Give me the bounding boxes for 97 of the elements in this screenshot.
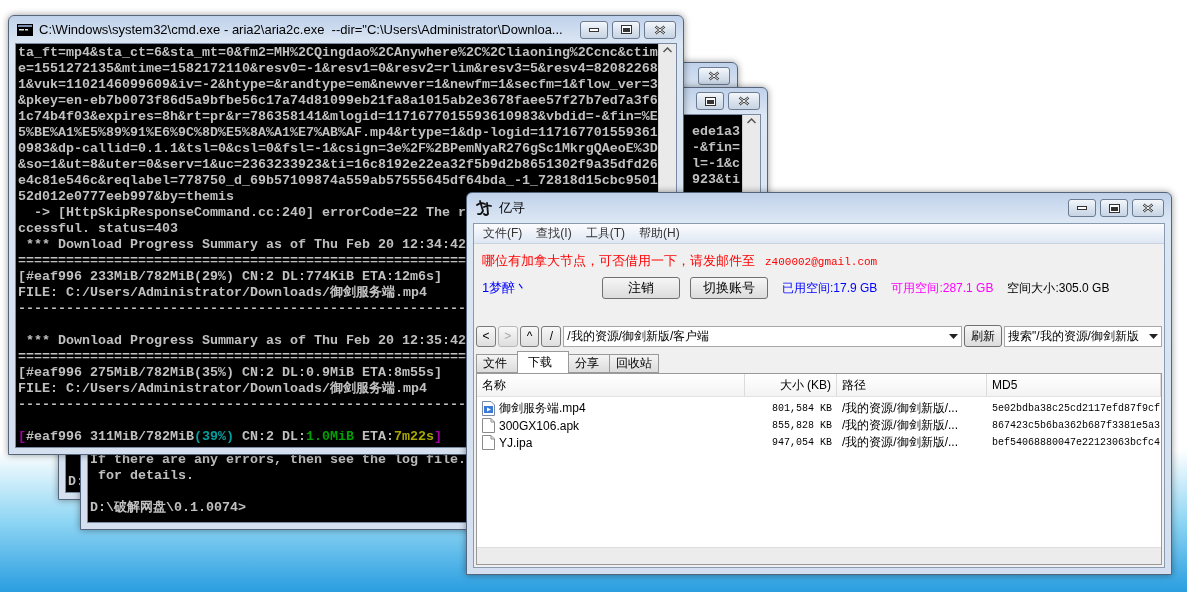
console-line: ======================================================== (18, 349, 466, 365)
logout-button[interactable]: 注销 (602, 277, 680, 299)
close-icon (1142, 203, 1154, 213)
close-button[interactable] (698, 67, 730, 85)
storage-info: 可用空间:287.1 GB (891, 279, 994, 297)
console-line: FILE: C:/Users/Administrator/Downloads/御剑服务端.mp4 (18, 285, 427, 301)
minimize-icon (1077, 206, 1087, 210)
app-logo-icon (475, 199, 493, 217)
console-line: [#eaf996 311MiB/782MiB(39%) CN:2 DL:1.0MiB ETA:7m22s] (18, 429, 442, 445)
minimize-button[interactable] (1068, 199, 1096, 217)
maximize-button[interactable] (696, 92, 724, 110)
close-button[interactable] (1132, 199, 1164, 217)
console-line: 0983&dp-callid=0.1.1&tsl=0&csl=0&fsl=-1&csign=3e%2F%2BPemNyaR276gSc1MkrgQAeoE%3D (18, 141, 658, 157)
maximize-button[interactable] (1100, 199, 1128, 217)
console-line: -> [HttpSkipResponseCommand.cc:240] errorCode=22 The r (33, 205, 466, 221)
close-icon (654, 24, 666, 35)
console-line: FILE: C:/Users/Administrator/Downloads/御剑服务端.mp4 (18, 381, 427, 397)
console-line: 1c74b4f03&expires=8h&rt=pr&r=786358141&mlogid=1171677015593610983&vbdid=-&fin=%E (18, 109, 658, 125)
path-dropdown[interactable]: /我的资源/御剑新版/客户端 (563, 325, 963, 347)
menu-item[interactable]: 文件(F) (478, 224, 528, 243)
table-cell-text: bef54068880047e22123063bcfc4 (991, 436, 1162, 450)
table-cell-text: 5e02bdba38c25cd2117efd87f9cf (991, 402, 1162, 416)
console-line: e4c81e546c&reqlabel=778750_d_69b57109874a559ab57555645df64bda_-1_72818d15cbc9501 (18, 173, 658, 189)
console-line: -------------------------------------------------------- (18, 397, 466, 413)
notice-text: 哪位有加拿大节点，可否借用一下，请发邮件至 (482, 252, 755, 270)
console-line: ede1a3 (692, 124, 740, 140)
tab[interactable]: 分享 (568, 354, 610, 373)
menu-item[interactable]: 查找(I) (531, 224, 577, 243)
dropdown-arrow-icon (949, 333, 959, 339)
maximize-icon (620, 25, 632, 34)
storage-info: 已用空间:17.9 GB (782, 279, 878, 297)
console-line: [#eaf996 275MiB/782MiB(35%) CN:2 DL:0.9MiB ETA:8m55s] (18, 365, 442, 381)
maximize-icon (704, 96, 716, 106)
file-name: 300GX106.apk (499, 418, 580, 433)
table-cell-text: /我的资源/御剑新版/... (841, 400, 959, 417)
console-line: 1&vuk=1102146099609&iv=-2&htype=&randtype=em&newver=1&newfm=1&secfm=1&flow_ver=3 (18, 77, 658, 93)
maximize-button[interactable] (612, 20, 640, 39)
up-button[interactable]: ^ (519, 325, 540, 347)
close-button[interactable] (728, 92, 760, 110)
email-text: z400002@gmail.com (765, 256, 878, 268)
document-icon (482, 418, 495, 433)
console-line: *** Download Progress Summary as of Thu Feb 20 12:34:42 (25, 237, 466, 253)
console-line: -&fin= (692, 140, 740, 156)
storage-info: 空间大小:305.0 GB (1007, 279, 1110, 297)
table-cell-text: 947,054 KB (771, 436, 833, 450)
console-line: D:\破解网盘\0.1.0074> (90, 500, 246, 516)
scroll-up-icon (663, 47, 672, 53)
console-line: l=-1&c (692, 156, 740, 172)
window-title: C:\Windows\system32\cmd.exe - aria2\aria2c.exe --dir="C:\Users\Administrator\Downloa... (39, 22, 564, 37)
window-title: 亿寻 (499, 199, 526, 217)
close-icon (708, 71, 720, 81)
switch-account-button[interactable]: 切换账号 (690, 277, 768, 299)
column-header[interactable]: MD5 (987, 374, 1161, 397)
scroll-up-icon (747, 118, 756, 124)
refresh-button[interactable]: 刷新 (964, 325, 1002, 347)
search-dropdown[interactable]: 搜索"/我的资源/御剑新版 (1004, 325, 1162, 347)
console-line: &pkey=en-eb7b0073f86d5a9bfbe56c17a74d81099eb21fa8a1015ab2e3678faee57f27b7ed7a3f6 (18, 93, 658, 109)
menu-item[interactable]: 工具(T) (580, 224, 630, 243)
console-line: for details. (97, 468, 194, 484)
console-line: [#eaf996 233MiB/782MiB(29%) CN:2 DL:774KiB ETA:12m6s] (18, 269, 442, 285)
close-icon (738, 96, 750, 106)
column-header[interactable]: 路径 (837, 374, 987, 397)
column-header[interactable]: 名称 (477, 374, 745, 397)
document-icon (482, 435, 495, 450)
table-cell-text: 855,828 KB (771, 419, 833, 433)
file-name: YJ.ipa (499, 435, 533, 450)
console-line: -------------------------------------------------------- (18, 301, 466, 317)
dropdown-arrow-icon (1149, 333, 1158, 339)
console-line: 5%BE%A1%E5%89%91%E6%9C%8D%E5%8A%A1%E7%AB%AF.mp4&rtype=1&dp-logid=117167701559361 (18, 125, 658, 141)
console-line: e=1551272135&mtime=1582172110&resv0=-1&resv1=0&resv2=rlim&resv3=5&resv4=82082268 (18, 61, 658, 77)
tab[interactable]: 文件 (476, 354, 518, 373)
console-line: 923&ti (692, 172, 740, 188)
table-cell-text: 867423c5b6ba362b687f3381e5a3 (991, 419, 1162, 433)
file-name: 御剑服务端.mp4 (499, 400, 586, 417)
console-icon (17, 23, 33, 36)
table-cell-text: 801,584 KB (771, 402, 833, 416)
maximize-icon (1108, 203, 1120, 213)
table-cell-text: /我的资源/御剑新版/... (841, 417, 959, 434)
console-line: ccessful. status=403 (18, 221, 178, 237)
media-file-icon (482, 401, 495, 416)
minimize-button[interactable] (580, 20, 608, 39)
back-button[interactable]: < (476, 325, 496, 347)
menu-item[interactable]: 帮助(H) (634, 224, 685, 243)
close-button[interactable] (644, 20, 676, 39)
horizontal-scrollbar[interactable] (477, 547, 1161, 564)
console-line: ta_ft=mp4&sta_ct=6&sta_mt=0&fm2=MH%2CQingdao%2CAnywhere%2C%2Cliaoning%2Ccnc&ctim (18, 45, 658, 61)
tab[interactable]: 下载 (517, 351, 569, 373)
column-header[interactable]: 大小 (KB) (745, 374, 837, 397)
root-button[interactable]: / (541, 325, 562, 347)
minimize-icon (589, 27, 599, 32)
console-line: ======================================================== (18, 253, 466, 269)
console-line: *** Download Progress Summary as of Thu Feb 20 12:35:42 (25, 333, 466, 349)
tab[interactable]: 回收站 (609, 354, 659, 373)
console-line: 52d012e0777eeb997&by=themis (18, 189, 234, 205)
console-line: &so=1&ut=8&uter=0&serv=1&uc=2363233923&ti=16c8192e22ea32f5b9d2b8651302f9a35dfd26 (18, 157, 658, 173)
table-cell-text: /我的资源/御剑新版/... (841, 434, 959, 451)
user-name: 1梦醉丶 (482, 279, 530, 297)
